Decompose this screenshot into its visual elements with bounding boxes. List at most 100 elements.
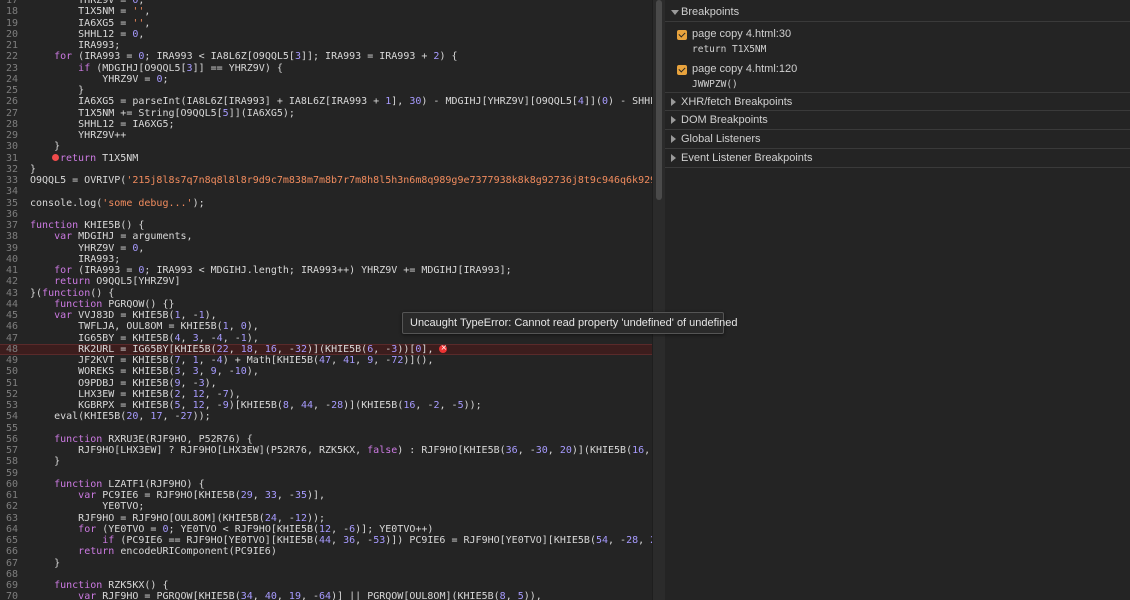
code-line[interactable]: function RZK5KX() {	[30, 580, 168, 591]
code-line[interactable]: RJF9HO = RJF9HO[OUL8OM](KHIE5B(24, -12))…	[30, 513, 325, 524]
line-number[interactable]: 59	[0, 468, 18, 479]
line-number[interactable]: 66	[0, 546, 18, 557]
code-line[interactable]: LHX3EW = KHIE5B(2, 12, -7),	[30, 389, 241, 400]
line-number[interactable]: 65	[0, 535, 18, 546]
code-editor[interactable]: 17 18 19 20 21 22 23 24 25 26 27 28 29 30 31 32 33 34 35 36…	[0, 0, 652, 600]
line-number[interactable]: 30	[0, 141, 18, 152]
line-number[interactable]: 52	[0, 389, 18, 400]
line-number[interactable]: 35	[0, 198, 18, 209]
line-number[interactable]: 55	[0, 423, 18, 434]
line-number[interactable]: 32	[0, 164, 18, 175]
global-listeners-section[interactable]: Global Listeners	[665, 130, 1130, 149]
line-number[interactable]: 26	[0, 96, 18, 107]
scrollbar-thumb[interactable]	[656, 0, 662, 200]
line-number[interactable]: 31	[0, 153, 18, 164]
line-number[interactable]: 23	[0, 63, 18, 74]
line-number[interactable]: 69	[0, 580, 18, 591]
line-number[interactable]: 21	[0, 40, 18, 51]
code-line[interactable]: IG65BY = KHIE5B(4, 3, -4, -1),	[30, 333, 259, 344]
code-line[interactable]: var VVJ83D = KHIE5B(1, -1),	[30, 310, 217, 321]
checkbox-checked-icon[interactable]	[677, 30, 687, 40]
line-number[interactable]: 40	[0, 254, 18, 265]
code-line[interactable]: KGBRPX = KHIE5B(5, 12, -9)[KHIE5B(8, 44,…	[30, 400, 482, 411]
line-number[interactable]: 54	[0, 411, 18, 422]
line-number[interactable]: 38	[0, 231, 18, 242]
code-line[interactable]: IA6XG5 = parseInt(IA8L6Z[IRA993] + IA8L6…	[30, 96, 652, 107]
code-line[interactable]: WOREKS = KHIE5B(3, 3, 9, -10),	[30, 366, 259, 377]
code-line[interactable]: }	[30, 558, 60, 569]
line-number[interactable]: 49	[0, 355, 18, 366]
code-line[interactable]: return O9QQL5[YHRZ9V]	[30, 276, 180, 287]
line-number[interactable]: 58	[0, 456, 18, 467]
code-line[interactable]: eval(KHIE5B(20, 17, -27));	[30, 411, 211, 422]
line-number[interactable]: 42	[0, 276, 18, 287]
line-number[interactable]: 47	[0, 333, 18, 344]
line-number[interactable]: 64	[0, 524, 18, 535]
line-number[interactable]: 51	[0, 378, 18, 389]
line-number[interactable]: 18	[0, 6, 18, 17]
line-number[interactable]: 24	[0, 74, 18, 85]
line-number[interactable]: 63	[0, 513, 18, 524]
code-line[interactable]: function LZATF1(RJF9HO) {	[30, 479, 205, 490]
line-number[interactable]: 56	[0, 434, 18, 445]
code-line[interactable]: }	[30, 85, 84, 96]
code-line[interactable]: for (YE0TVO = 0; YE0TVO < RJF9HO[KHIE5B(…	[30, 524, 433, 535]
line-number[interactable]: 67	[0, 558, 18, 569]
line-number[interactable]: 25	[0, 85, 18, 96]
code-line[interactable]: return T1X5NM	[52, 153, 138, 164]
line-number[interactable]: 37	[0, 220, 18, 231]
breakpoint-marker-icon[interactable]	[52, 154, 59, 161]
code-line[interactable]: YHRZ9V++	[30, 130, 126, 141]
line-number[interactable]: 22	[0, 51, 18, 62]
code-line[interactable]: YE0TVO;	[30, 501, 144, 512]
code-line[interactable]: RJF9HO[LHX3EW] ? RJF9HO[LHX3EW](P52R76, …	[30, 445, 652, 456]
code-line[interactable]: YHRZ9V = 0,	[30, 243, 144, 254]
line-number[interactable]: 70	[0, 591, 18, 600]
line-number[interactable]: 17	[0, 0, 18, 6]
code-line[interactable]: function RXRU3E(RJF9HO, P52R76) {	[30, 434, 253, 445]
code-line[interactable]: YHRZ9V = 0;	[30, 74, 168, 85]
code-line[interactable]: var PC9IE6 = RJF9HO[KHIE5B(29, 33, -35)]…	[30, 490, 325, 501]
line-number[interactable]: 53	[0, 400, 18, 411]
code-line[interactable]: SHHL12 = 0,	[30, 29, 144, 40]
line-number[interactable]: 44	[0, 299, 18, 310]
code-line[interactable]: if (MDGIHJ[O9QQL5[3]] == YHRZ9V) {	[30, 63, 283, 74]
code-line[interactable]: for (IRA993 = 0; IRA993 < IA8L6Z[O9QQL5[…	[30, 51, 457, 62]
line-number[interactable]: 68	[0, 569, 18, 580]
line-number[interactable]: 50	[0, 366, 18, 377]
code-line[interactable]: return encodeURIComponent(PC9IE6)	[30, 546, 277, 557]
code-line[interactable]: }	[30, 456, 60, 467]
line-number-gutter[interactable]: 17 18 19 20 21 22 23 24 25 26 27 28 29 30 31 32 33 34 35 36…	[0, 0, 24, 600]
code-line[interactable]: T1X5NM = '',	[30, 6, 150, 17]
event-listener-breakpoints-section[interactable]: Event Listener Breakpoints	[665, 149, 1130, 168]
code-line[interactable]: SHHL12 = IA6XG5;	[30, 119, 174, 130]
line-number[interactable]: 46	[0, 321, 18, 332]
code-line[interactable]: }	[30, 164, 36, 175]
code-line[interactable]: IRA993;	[30, 254, 120, 265]
code-line[interactable]: var MDGIHJ = arguments,	[30, 231, 192, 242]
xhr-breakpoints-section[interactable]: XHR/fetch Breakpoints	[665, 92, 1130, 111]
line-number[interactable]: 41	[0, 265, 18, 276]
line-number[interactable]: 27	[0, 108, 18, 119]
line-number[interactable]: 62	[0, 501, 18, 512]
line-number[interactable]: 36	[0, 209, 18, 220]
line-number[interactable]: 34	[0, 186, 18, 197]
code-line[interactable]: IRA993;	[30, 40, 120, 51]
error-icon[interactable]	[439, 342, 448, 353]
code-line[interactable]: var RJF9HO = PGRQOW[KHIE5B(34, 40, 19, -…	[30, 591, 542, 600]
code-line[interactable]: if (PC9IE6 == RJF9HO[YE0TVO][KHIE5B(44, …	[30, 535, 652, 546]
dom-breakpoints-section[interactable]: DOM Breakpoints	[665, 111, 1130, 130]
line-number[interactable]: 45	[0, 310, 18, 321]
line-number[interactable]: 48	[0, 344, 18, 355]
line-number[interactable]: 43	[0, 288, 18, 299]
line-number[interactable]: 28	[0, 119, 18, 130]
breakpoint-item[interactable]: page copy 4.html:30 return T1X5NM	[665, 26, 1130, 62]
line-number[interactable]: 29	[0, 130, 18, 141]
line-number[interactable]: 60	[0, 479, 18, 490]
checkbox-checked-icon[interactable]	[677, 65, 687, 75]
line-number[interactable]: 57	[0, 445, 18, 456]
code-line[interactable]: O9PDBJ = KHIE5B(9, -3),	[30, 378, 217, 389]
code-line[interactable]: }	[30, 141, 60, 152]
line-number[interactable]: 20	[0, 29, 18, 40]
line-number[interactable]: 33	[0, 175, 18, 186]
